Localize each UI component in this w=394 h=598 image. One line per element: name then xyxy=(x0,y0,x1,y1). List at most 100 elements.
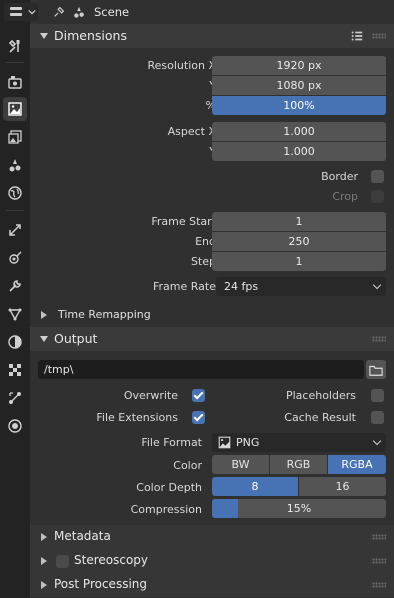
color-depth-label: Color Depth xyxy=(136,481,202,494)
physics-icon xyxy=(8,335,22,349)
drag-grip-icon[interactable] xyxy=(372,534,386,540)
properties-content: Dimensions Resolution X 1920 px Y 1080 p… xyxy=(30,24,394,598)
tool-icon xyxy=(8,39,20,53)
color-bw-button[interactable]: BW xyxy=(212,455,269,474)
texture-icon xyxy=(8,419,22,433)
properties-header: Scene xyxy=(4,0,394,24)
scene-icon xyxy=(9,159,21,172)
color-rgba-button[interactable]: RGBA xyxy=(328,455,386,474)
folder-icon xyxy=(369,365,383,376)
placeholders-checkbox[interactable] xyxy=(371,389,384,402)
physics-tab[interactable] xyxy=(3,302,27,326)
compression-value: 15% xyxy=(286,502,312,515)
resolution-y-field[interactable]: 1080 px xyxy=(212,76,386,95)
constraints-tab[interactable] xyxy=(3,330,27,354)
modifier-icon xyxy=(9,251,22,264)
stereoscopy-panel-header[interactable]: Stereoscopy xyxy=(30,549,394,573)
chevron-down-icon xyxy=(40,33,48,39)
editor-type-button[interactable] xyxy=(4,3,38,21)
border-checkbox[interactable] xyxy=(371,170,384,183)
render-icon xyxy=(8,76,22,89)
panel-title: Output xyxy=(54,331,98,346)
editor-type-icon xyxy=(10,7,22,16)
time-remapping-subpanel[interactable]: Time Remapping xyxy=(30,305,394,325)
aspect-x-label: Aspect X xyxy=(167,125,216,138)
color-rgb-button[interactable]: RGB xyxy=(270,455,327,474)
overwrite-checkbox[interactable] xyxy=(192,389,205,402)
pin-icon[interactable] xyxy=(52,5,66,19)
aspect-x-field[interactable]: 1.000 xyxy=(212,122,386,141)
scene-icon xyxy=(74,6,84,18)
color-depth-8-button[interactable]: 8 xyxy=(212,477,298,496)
drag-grip-icon[interactable] xyxy=(372,336,386,342)
object-tab[interactable] xyxy=(3,218,27,242)
render-tab[interactable] xyxy=(3,70,27,94)
modifier-tab[interactable] xyxy=(3,246,27,270)
world-icon xyxy=(8,186,22,200)
output-tab[interactable] xyxy=(3,97,27,121)
overwrite-label: Overwrite xyxy=(123,389,178,402)
frame-rate-dropdown[interactable]: 24 fps xyxy=(216,277,386,296)
panel-title: Post Processing xyxy=(54,577,147,591)
panel-title: Dimensions xyxy=(54,28,127,43)
border-label: Border xyxy=(321,170,358,183)
checker-icon xyxy=(9,364,21,376)
particles-tab[interactable] xyxy=(3,274,27,298)
view-layer-icon xyxy=(8,130,22,144)
world-tab[interactable] xyxy=(3,181,27,205)
file-extensions-checkbox[interactable] xyxy=(192,411,205,424)
tool-tab[interactable] xyxy=(3,34,27,58)
frame-start-field[interactable]: 1 xyxy=(212,212,386,231)
chevron-down-icon xyxy=(372,436,382,446)
output-path-field[interactable]: /tmp\ xyxy=(38,360,364,379)
constraint-icon xyxy=(9,392,21,404)
chevron-right-icon xyxy=(41,581,47,589)
material-tab[interactable] xyxy=(3,386,27,410)
chevron-right-icon xyxy=(41,533,47,541)
color-label: Color xyxy=(173,459,202,472)
panel-title: Stereoscopy xyxy=(74,553,149,567)
data-tab[interactable] xyxy=(3,358,27,382)
drag-grip-icon[interactable] xyxy=(372,33,386,39)
chevron-down-icon xyxy=(40,336,48,342)
cache-result-checkbox[interactable] xyxy=(371,411,384,424)
color-depth-16-button[interactable]: 16 xyxy=(299,477,386,496)
browse-folder-button[interactable] xyxy=(366,360,386,379)
file-format-value: PNG xyxy=(236,436,260,449)
crop-checkbox[interactable] xyxy=(371,190,384,203)
panel-title: Metadata xyxy=(54,529,111,543)
placeholders-label: Placeholders xyxy=(285,389,356,402)
chevron-right-icon xyxy=(41,557,47,565)
properties-tab-bar xyxy=(0,0,30,598)
frame-rate-label: Frame Rate xyxy=(153,280,216,293)
frame-step-field[interactable]: 1 xyxy=(212,252,386,271)
view-layer-tab[interactable] xyxy=(3,125,27,149)
drag-grip-icon[interactable] xyxy=(372,582,386,588)
drag-grip-icon[interactable] xyxy=(372,558,386,564)
file-extensions-label: File Extensions xyxy=(96,411,178,424)
post-processing-panel-header[interactable]: Post Processing xyxy=(30,573,394,597)
texture-tab[interactable] xyxy=(3,414,27,438)
object-icon xyxy=(9,224,21,236)
presets-list-icon[interactable] xyxy=(350,29,364,43)
frame-rate-value: 24 fps xyxy=(224,280,259,293)
scene-tab[interactable] xyxy=(3,153,27,177)
stereoscopy-checkbox[interactable] xyxy=(56,555,69,568)
wrench-icon xyxy=(9,280,21,292)
resolution-percent-slider[interactable]: 100% xyxy=(212,96,386,115)
aspect-y-field[interactable]: 1.000 xyxy=(212,142,386,161)
frame-end-field[interactable]: 250 xyxy=(212,232,386,251)
output-panel-header[interactable]: Output xyxy=(30,327,394,351)
chevron-down-icon xyxy=(28,9,36,15)
metadata-panel-header[interactable]: Metadata xyxy=(30,525,394,549)
compression-label: Compression xyxy=(130,503,202,516)
crop-label: Crop xyxy=(332,190,358,203)
output-icon xyxy=(8,102,22,116)
dimensions-panel-header[interactable]: Dimensions xyxy=(30,24,394,48)
frame-start-label: Frame Start xyxy=(151,215,216,228)
compression-slider[interactable]: 15% xyxy=(212,499,386,518)
resolution-x-field[interactable]: 1920 px xyxy=(212,56,386,75)
image-icon xyxy=(218,436,231,449)
file-format-dropdown[interactable]: PNG xyxy=(212,433,386,452)
compression-fill xyxy=(212,499,239,518)
